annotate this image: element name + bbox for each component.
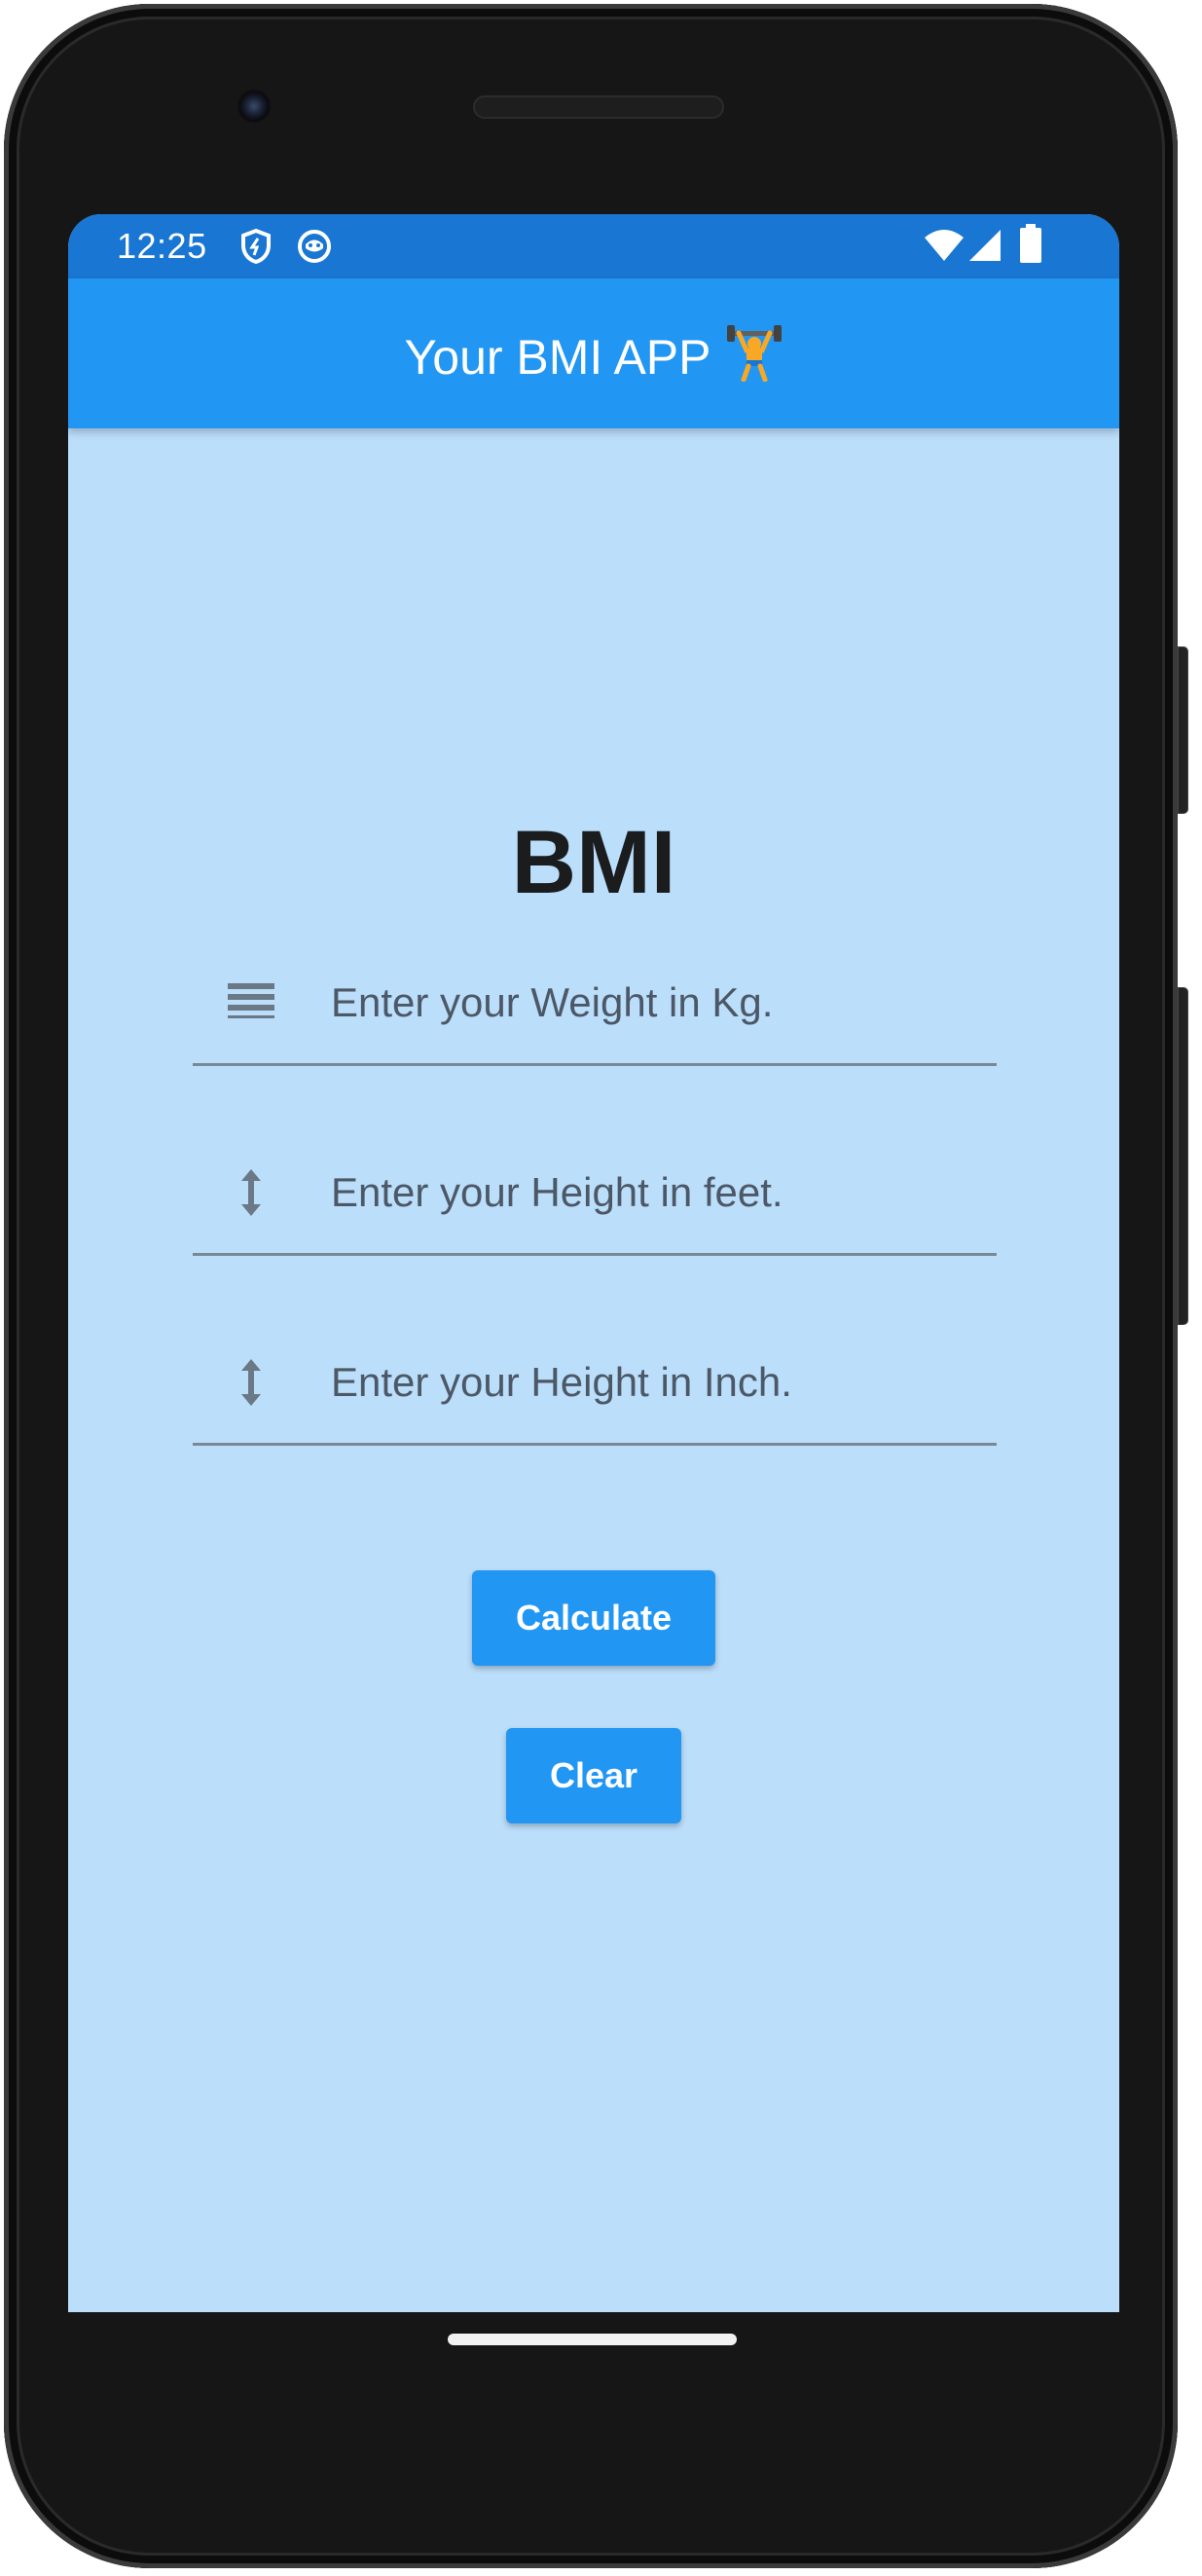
shield-icon <box>239 228 273 270</box>
cell-signal-icon <box>967 228 1002 268</box>
height-arrow-icon <box>222 1163 280 1222</box>
front-camera <box>237 90 271 123</box>
app-bar: Your BMI APP <box>68 278 1119 428</box>
height-arrow-icon <box>222 1353 280 1412</box>
height-feet-field[interactable]: Enter your Height in feet. <box>193 1136 997 1256</box>
height-inch-input-hint: Enter your Height in Inch. <box>331 1359 792 1405</box>
height-inch-field[interactable]: Enter your Height in Inch. <box>193 1326 997 1446</box>
home-indicator[interactable] <box>448 2334 737 2345</box>
app-title: Your BMI APP <box>68 323 1119 393</box>
clear-button[interactable]: Clear <box>506 1728 681 1823</box>
app-notification-icon <box>296 228 333 270</box>
bmi-heading: BMI <box>511 813 676 912</box>
wifi-icon <box>923 228 965 268</box>
earpiece-speaker <box>473 95 724 119</box>
weight-lines-icon <box>222 974 280 1032</box>
height-feet-input-hint: Enter your Height in feet. <box>331 1169 783 1215</box>
calculate-button[interactable]: Calculate <box>472 1570 715 1666</box>
weight-input-hint: Enter your Weight in Kg. <box>331 979 774 1025</box>
app-title-text: Your BMI APP <box>404 330 711 385</box>
status-time: 12:25 <box>117 226 207 266</box>
power-button <box>1178 646 1188 814</box>
status-bar: 12:25 <box>68 214 1119 278</box>
weightlifter-emoji-icon <box>725 323 783 393</box>
battery-icon <box>1020 224 1041 268</box>
app-screen: 12:25 Your BMI APP BMI Enter your Weight… <box>68 214 1119 2312</box>
volume-button <box>1178 987 1188 1325</box>
weight-field[interactable]: Enter your Weight in Kg. <box>193 946 997 1066</box>
